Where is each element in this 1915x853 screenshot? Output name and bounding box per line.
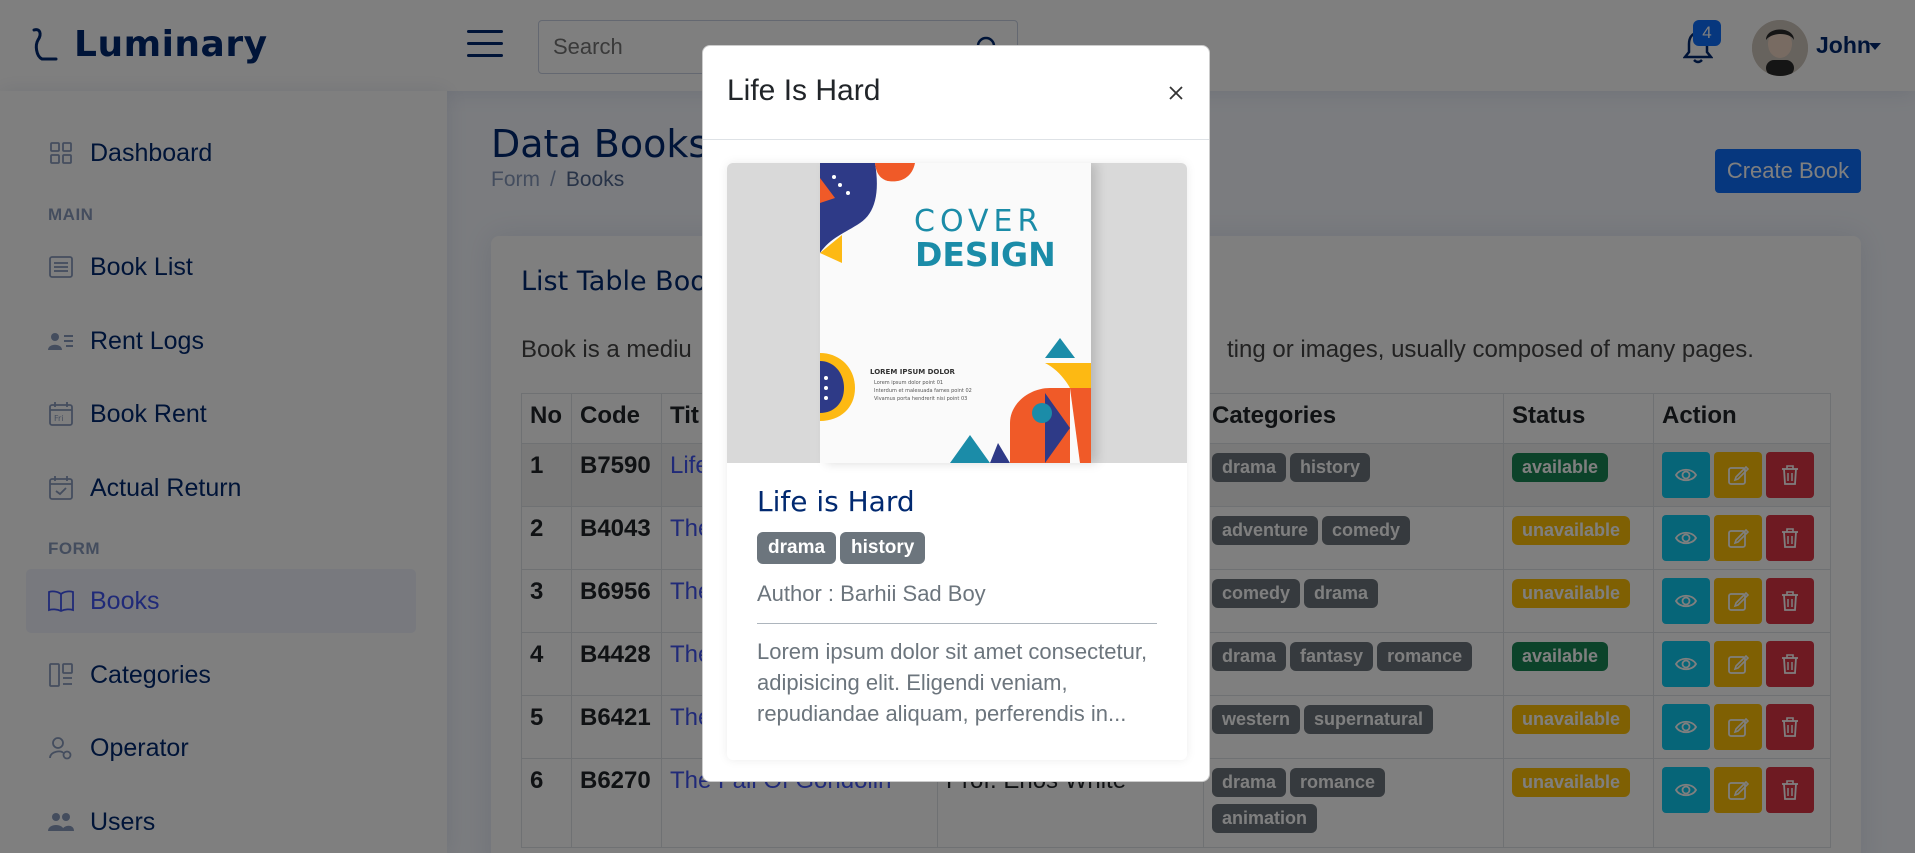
close-icon[interactable] — [1165, 82, 1187, 104]
cover-bullet: Lorem ipsum dolor point 01 — [874, 380, 943, 386]
book-detail-modal: Life Is Hard COVER DESIGN LOREM IPSUM DO… — [702, 45, 1210, 782]
divider — [757, 623, 1157, 624]
cover-bullet: Vivamus porta hendrerit nisi point 03 — [874, 396, 967, 402]
book-description: Lorem ipsum dolor sit amet consectetur, … — [757, 639, 1148, 726]
modal-title: Life Is Hard — [727, 74, 881, 107]
book-cover-area: COVER DESIGN LOREM IPSUM DOLOR Lorem ips… — [727, 163, 1187, 463]
cover-title-line-1: COVER — [914, 204, 1043, 239]
cover-bullet: Interdum et malesuada fames point 02 — [874, 388, 972, 394]
modal-header: Life Is Hard — [703, 46, 1209, 140]
cover-subheading: LOREM IPSUM DOLOR — [870, 368, 956, 376]
book-title: Life is Hard — [757, 485, 915, 518]
book-card: COVER DESIGN LOREM IPSUM DOLOR Lorem ips… — [727, 163, 1187, 760]
cover-artwork: COVER DESIGN LOREM IPSUM DOLOR Lorem ips… — [820, 163, 1091, 463]
book-author: Author : Barhii Sad Boy — [757, 581, 986, 606]
cover-title-line-2: DESIGN — [915, 235, 1056, 274]
book-tags: drama history — [757, 532, 929, 570]
category-tag: history — [840, 532, 926, 564]
book-cover-image: COVER DESIGN LOREM IPSUM DOLOR Lorem ips… — [820, 163, 1091, 463]
category-tag: drama — [757, 532, 837, 564]
